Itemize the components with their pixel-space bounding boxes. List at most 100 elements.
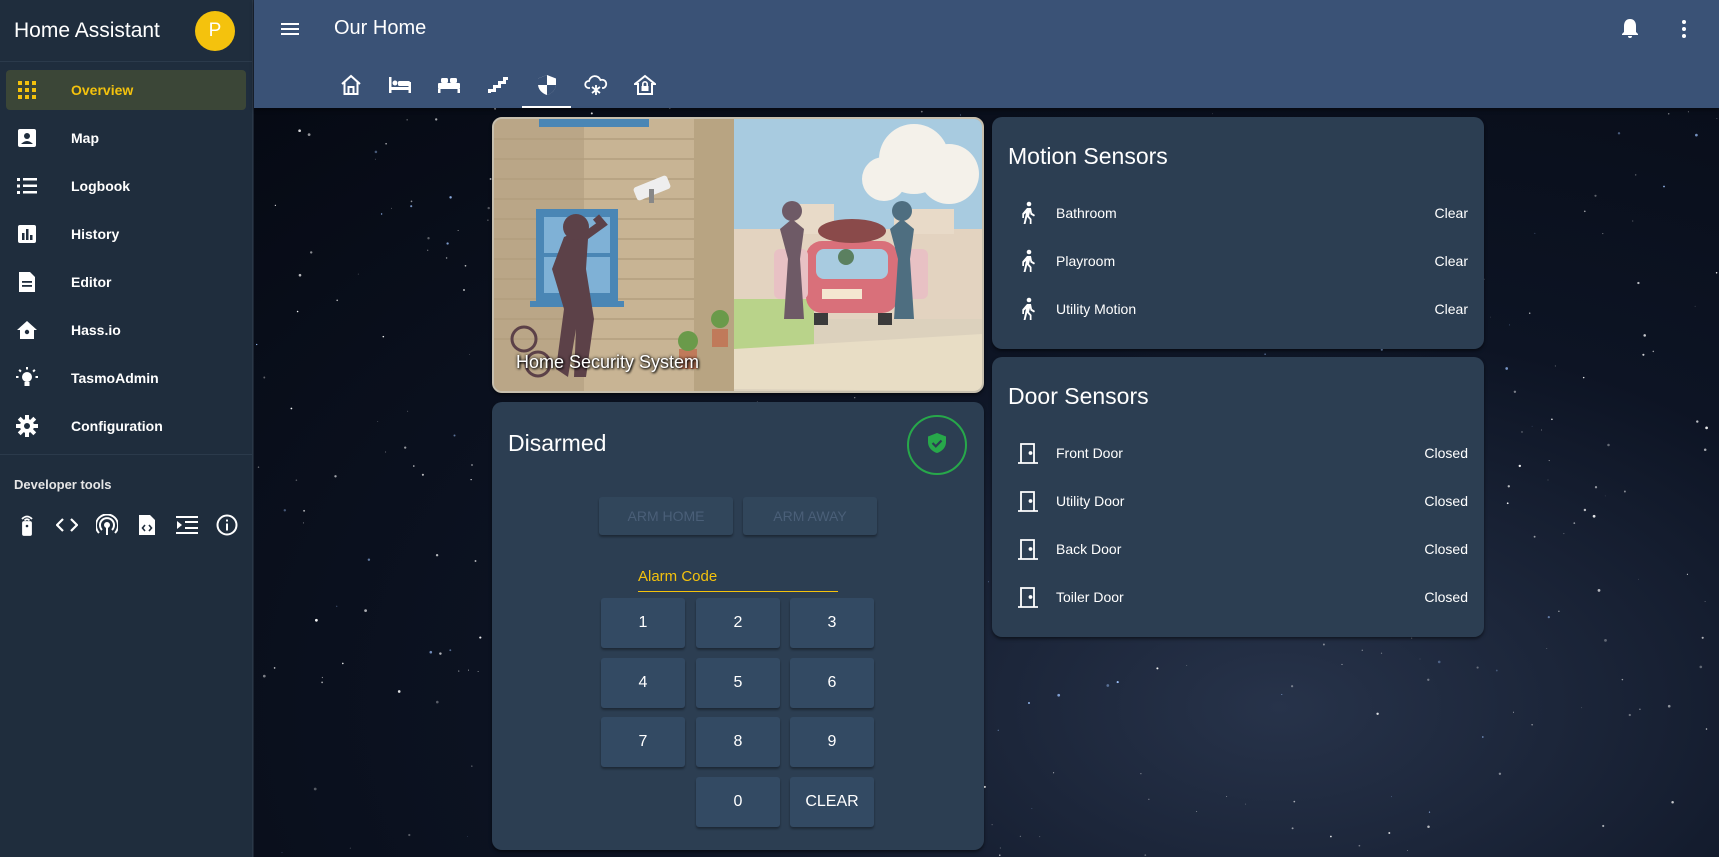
- keypad-key-3[interactable]: 3: [790, 598, 874, 648]
- file-code-icon[interactable]: [135, 513, 159, 537]
- star: [1705, 728, 1708, 730]
- star: [1528, 312, 1531, 314]
- entity-name: Front Door: [1056, 445, 1123, 461]
- keypad-key-2[interactable]: 2: [696, 598, 780, 648]
- star: [374, 150, 378, 154]
- keypad-key-9[interactable]: 9: [790, 717, 874, 767]
- broadcast-icon[interactable]: [95, 513, 119, 537]
- star: [1531, 724, 1533, 726]
- star: [262, 674, 266, 678]
- keypad-key-4[interactable]: 4: [601, 658, 685, 708]
- keypad-key-0[interactable]: 0: [696, 777, 780, 827]
- sidebar-item-tasmoadmin[interactable]: TasmoAdmin: [6, 358, 246, 398]
- entity-row[interactable]: Toiler Door Closed: [1008, 577, 1468, 617]
- star: [313, 787, 317, 791]
- code-tags-icon[interactable]: [55, 513, 79, 537]
- star: [1704, 601, 1706, 602]
- star: [1694, 305, 1696, 307]
- star: [1495, 669, 1498, 672]
- star: [1411, 637, 1413, 639]
- star: [336, 299, 339, 302]
- sidebar-item-label: Hass.io: [71, 322, 121, 338]
- sidebar-item-configuration[interactable]: Configuration: [6, 406, 246, 446]
- sidebar-item-hassio[interactable]: Hass.io: [6, 310, 246, 350]
- star: [1506, 502, 1509, 505]
- star: [1361, 649, 1364, 652]
- entity-row[interactable]: Utility Motion Clear: [1008, 289, 1468, 329]
- star: [1621, 678, 1624, 681]
- star: [1476, 666, 1479, 669]
- sidebar-item-label: TasmoAdmin: [71, 370, 159, 386]
- entity-row[interactable]: Utility Door Closed: [1008, 481, 1468, 521]
- star: [1341, 663, 1343, 665]
- keypad-key-5[interactable]: 5: [696, 658, 780, 708]
- star: [295, 479, 298, 481]
- star: [1594, 486, 1598, 489]
- bed-icon: [388, 74, 412, 99]
- star: [1140, 773, 1142, 775]
- more-vertical-icon[interactable]: [1672, 17, 1696, 41]
- shield-icon: [537, 74, 557, 101]
- map-account-icon: [16, 127, 38, 149]
- star: [458, 670, 460, 672]
- door-icon: [1008, 586, 1048, 608]
- tab-house-lock[interactable]: [620, 70, 669, 108]
- keypad-key-7[interactable]: 7: [601, 717, 685, 767]
- card-title: Door Sensors: [1008, 383, 1149, 409]
- sidebar-item-map[interactable]: Map: [6, 118, 246, 158]
- star: [1156, 667, 1159, 670]
- keypad-clear-button[interactable]: CLEAR: [790, 777, 874, 827]
- star: [1293, 800, 1296, 803]
- star: [1695, 133, 1698, 137]
- star: [1699, 665, 1703, 669]
- entity-row[interactable]: Front Door Closed: [1008, 433, 1468, 473]
- tab-guest-room[interactable]: [424, 70, 473, 108]
- notification-bell-icon[interactable]: [1618, 17, 1642, 41]
- remote-icon[interactable]: [15, 513, 39, 537]
- entity-name: Toiler Door: [1056, 589, 1124, 605]
- arm-home-button[interactable]: ARM HOME: [599, 497, 733, 535]
- entity-row[interactable]: Back Door Closed: [1008, 529, 1468, 569]
- arm-away-button[interactable]: ARM AWAY: [743, 497, 877, 535]
- star: [1437, 660, 1441, 664]
- entity-row[interactable]: Bathroom Clear: [1008, 193, 1468, 233]
- star: [1427, 825, 1430, 828]
- sidebar-item-logbook[interactable]: Logbook: [6, 166, 246, 206]
- star: [1330, 835, 1332, 838]
- keypad-key-8[interactable]: 8: [696, 717, 780, 767]
- star: [1053, 772, 1055, 774]
- star: [999, 847, 1001, 849]
- info-icon[interactable]: [215, 513, 239, 537]
- star: [290, 407, 293, 410]
- tab-bedroom[interactable]: [375, 70, 424, 108]
- star: [334, 475, 337, 478]
- star: [407, 410, 409, 412]
- keypad-key-1[interactable]: 1: [601, 598, 685, 648]
- tab-home[interactable]: [326, 70, 375, 108]
- tab-stairs[interactable]: [473, 70, 522, 108]
- tab-weather[interactable]: [571, 70, 620, 108]
- alarm-code-input[interactable]: Alarm Code: [638, 560, 838, 592]
- star: [467, 836, 468, 837]
- star: [1547, 616, 1550, 619]
- star: [1518, 464, 1522, 468]
- entity-name: Playroom: [1056, 253, 1116, 269]
- apps-grid-icon: [16, 79, 38, 101]
- star: [479, 636, 482, 639]
- star: [1632, 220, 1634, 222]
- keypad-key-6[interactable]: 6: [790, 658, 874, 708]
- menu-icon[interactable]: [278, 17, 302, 41]
- picture-card[interactable]: Home Security System: [492, 117, 984, 393]
- entity-row[interactable]: Playroom Clear: [1008, 241, 1468, 281]
- entity-name: Utility Door: [1056, 493, 1125, 509]
- sidebar-item-overview[interactable]: Overview: [6, 70, 246, 110]
- tab-security[interactable]: [522, 70, 571, 108]
- app-title: Home Assistant: [14, 18, 160, 42]
- star: [1490, 316, 1491, 318]
- star: [1407, 850, 1409, 851]
- sidebar-item-editor[interactable]: Editor: [6, 262, 246, 302]
- sidebar-item-history[interactable]: History: [6, 214, 246, 254]
- avatar[interactable]: P: [195, 10, 235, 51]
- template-icon[interactable]: [175, 513, 199, 537]
- star: [1547, 479, 1549, 481]
